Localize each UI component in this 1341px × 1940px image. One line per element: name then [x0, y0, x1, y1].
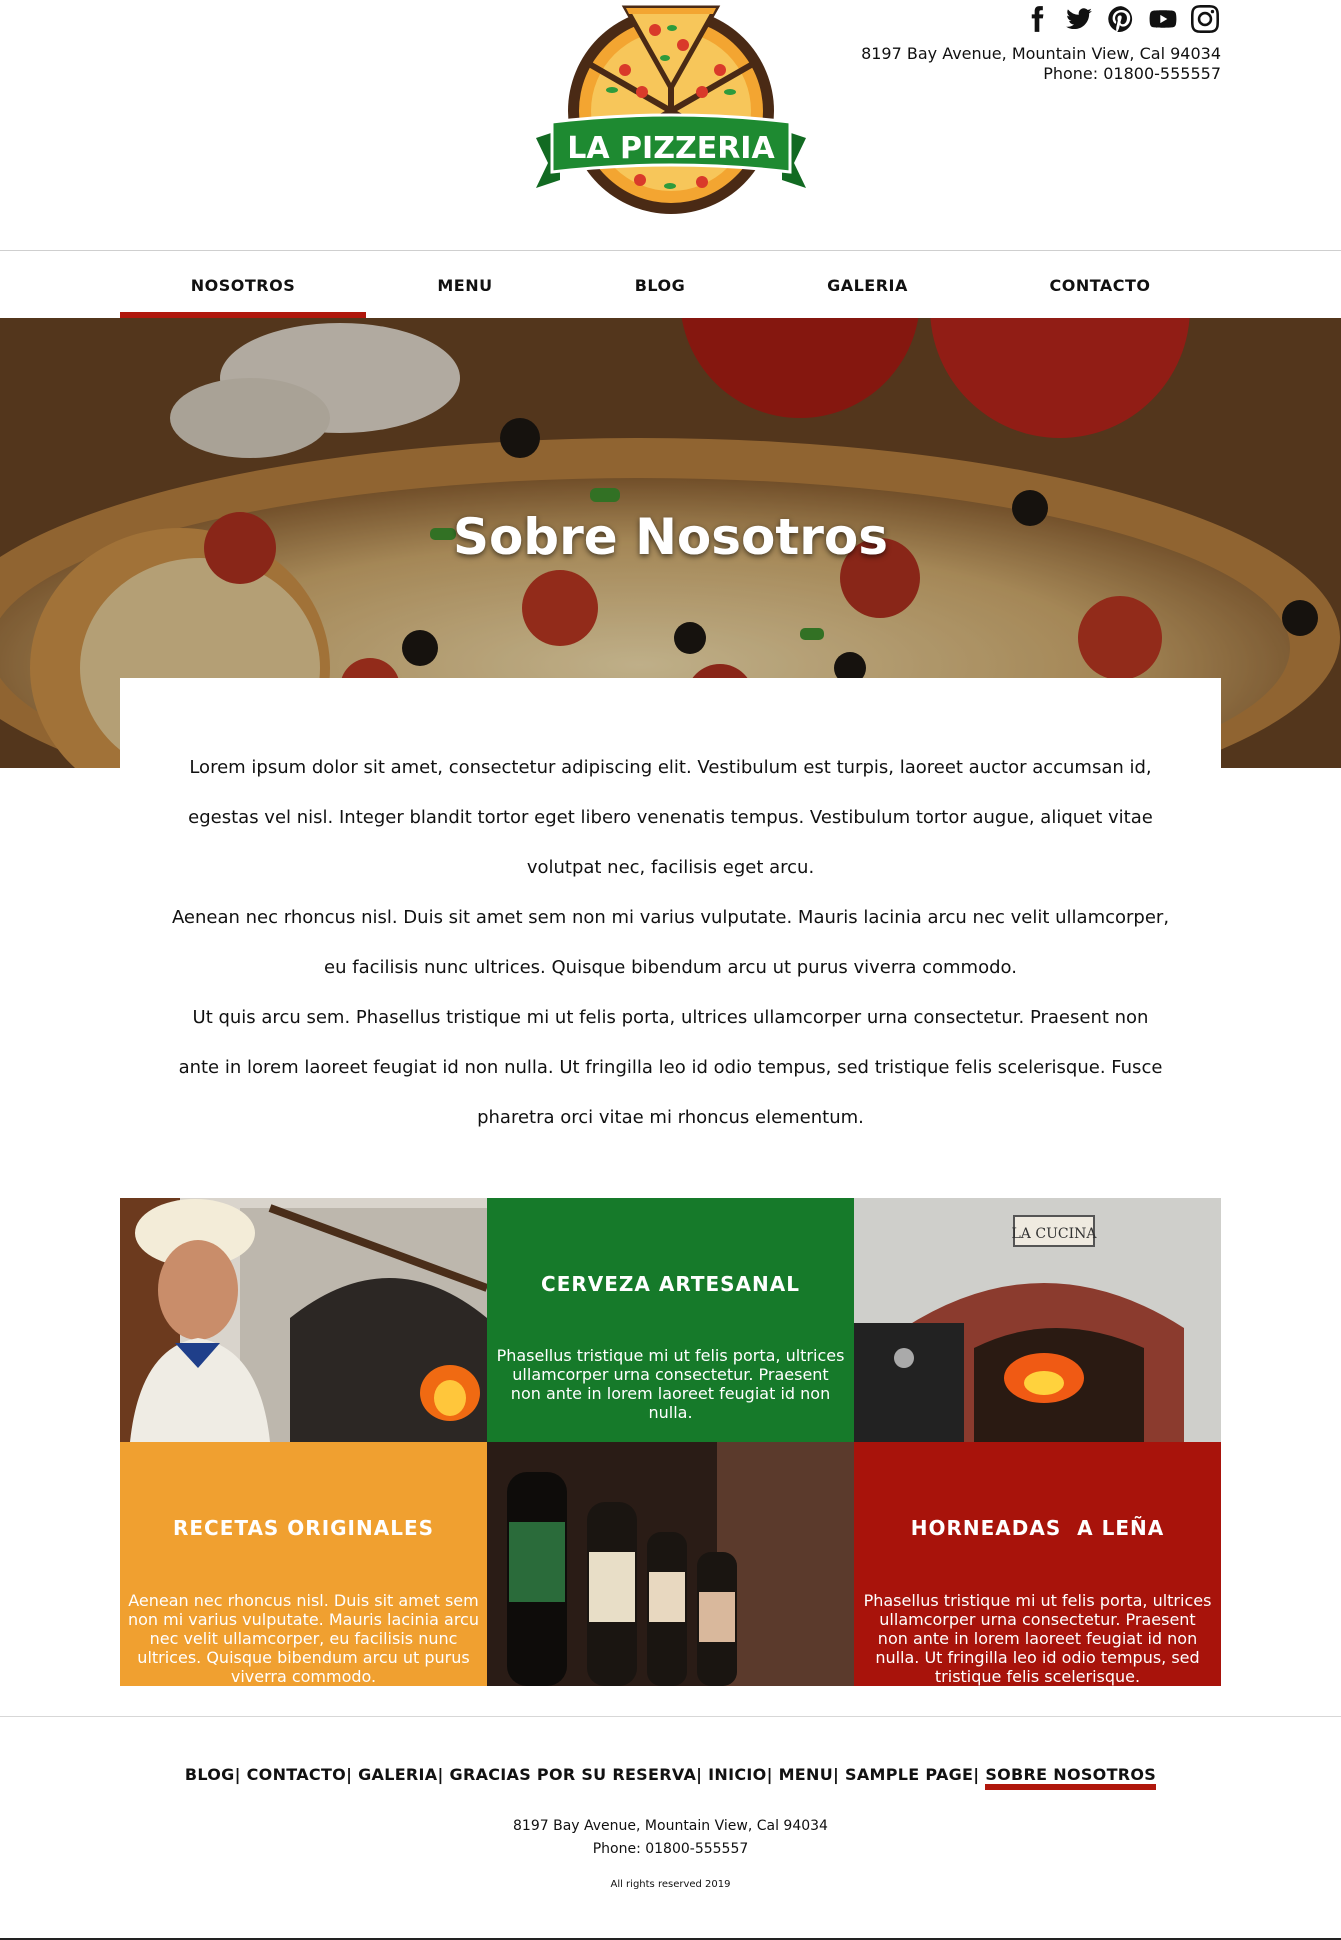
feature-title: HORNEADAS A LEÑA [910, 1516, 1165, 1540]
chef-photo [120, 1198, 487, 1442]
facebook-icon[interactable] [1021, 4, 1053, 34]
copyright-text: All rights reserved 2019 [610, 1879, 731, 1890]
feature-horneadas-a-lena: HORNEADAS A LEÑA Phasellus tristique mi … [854, 1442, 1221, 1686]
footer-link-gracias[interactable]: GRACIAS POR SU RESERVA [450, 1765, 697, 1784]
oven-sign: LA CUCINA [1012, 1226, 1098, 1242]
footer-contact: 8197 Bay Avenue, Mountain View, Cal 9403… [0, 1815, 1341, 1861]
nav-item-contacto[interactable]: CONTACTO [1035, 251, 1165, 319]
header-address: 8197 Bay Avenue, Mountain View, Cal 9403… [861, 44, 1221, 63]
logo-text: LA PIZZERIA [567, 131, 775, 166]
feature-description: Aenean nec rhoncus nisl. Duis sit amet s… [128, 1591, 479, 1686]
pinterest-icon[interactable] [1105, 4, 1137, 34]
site-footer: BLOG| CONTACTO| GALERIA| GRACIAS POR SU … [0, 1716, 1341, 1940]
footer-link-inicio[interactable]: INICIO [708, 1765, 766, 1784]
oven-photo: LA CUCINA [854, 1198, 1221, 1442]
about-paragraph-2: Aenean nec rhoncus nisl. Duis sit amet s… [171, 907, 1170, 978]
about-paragraph-1: Lorem ipsum dolor sit amet, consectetur … [188, 757, 1153, 878]
features-grid: CERVEZA ARTESANAL Phasellus tristique mi… [120, 1198, 1221, 1686]
header-phone: Phone: 01800-555557 [1043, 64, 1221, 83]
about-paragraph-3: Ut quis arcu sem. Phasellus tristique mi… [178, 1007, 1163, 1128]
feature-title: CERVEZA ARTESANAL [541, 1272, 800, 1296]
header-contact: 8197 Bay Avenue, Mountain View, Cal 9403… [861, 44, 1221, 84]
footer-link-sobre-nosotros[interactable]: SOBRE NOSOTROS [985, 1766, 1157, 1790]
nav-item-galeria[interactable]: GALERIA [810, 251, 925, 319]
about-section: Lorem ipsum dolor sit amet, consectetur … [120, 678, 1221, 1168]
youtube-icon[interactable] [1147, 4, 1179, 34]
footer-address: 8197 Bay Avenue, Mountain View, Cal 9403… [513, 1818, 828, 1834]
footer-link-menu[interactable]: MENU [779, 1765, 833, 1784]
page-title: Sobre Nosotros [452, 508, 889, 566]
nav-item-nosotros[interactable]: NOSOTROS [120, 251, 366, 319]
la-pizzeria-logo[interactable]: LA PIZZERIA [530, 0, 812, 222]
feature-cerveza-artesanal: CERVEZA ARTESANAL Phasellus tristique mi… [487, 1198, 854, 1442]
feature-title: RECETAS ORIGINALES [172, 1516, 435, 1540]
main-nav: NOSOTROS MENU BLOG GALERIA CONTACTO [0, 250, 1341, 319]
footer-link-blog[interactable]: BLOG [185, 1765, 235, 1784]
feature-description: Phasellus tristique mi ut felis porta, u… [496, 1346, 845, 1422]
footer-nav: BLOG| CONTACTO| GALERIA| GRACIAS POR SU … [0, 1765, 1341, 1790]
nav-item-blog[interactable]: BLOG [610, 251, 710, 319]
footer-link-contacto[interactable]: CONTACTO [247, 1765, 346, 1784]
footer-link-galeria[interactable]: GALERIA [358, 1765, 437, 1784]
feature-description: Phasellus tristique mi ut felis porta, u… [863, 1591, 1212, 1686]
footer-phone: Phone: 01800-555557 [592, 1841, 749, 1857]
feature-recetas-originales: RECETAS ORIGINALES Aenean nec rhoncus ni… [120, 1442, 487, 1686]
instagram-icon[interactable] [1189, 4, 1221, 34]
nav-item-menu[interactable]: MENU [410, 251, 520, 319]
social-links [1021, 4, 1221, 34]
site-header: LA PIZZERIA 8197 Bay Avenue, Mountain Vi… [0, 0, 1341, 250]
beer-photo [487, 1442, 854, 1686]
twitter-icon[interactable] [1063, 4, 1095, 34]
footer-link-sample-page[interactable]: SAMPLE PAGE [845, 1765, 973, 1784]
